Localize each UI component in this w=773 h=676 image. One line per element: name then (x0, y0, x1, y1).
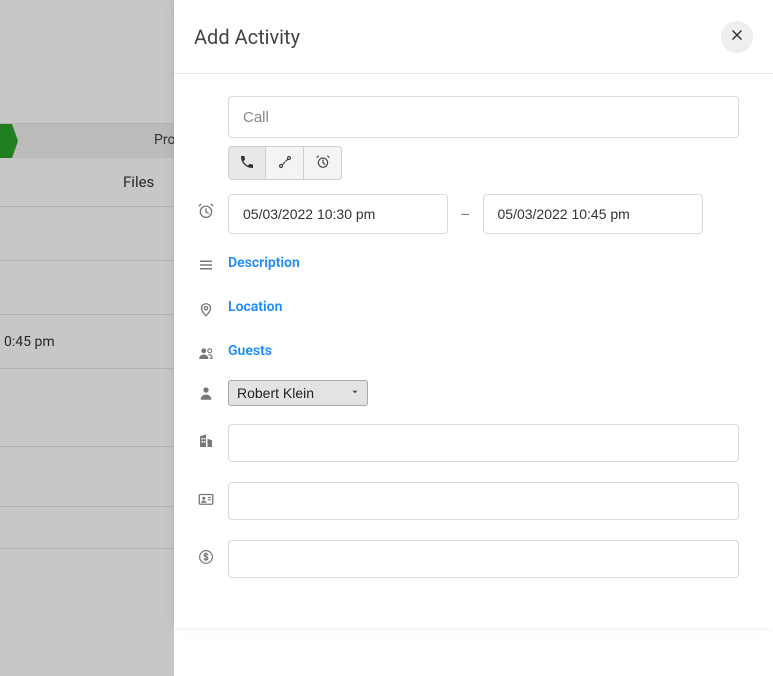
tab-files[interactable]: Files (123, 173, 154, 191)
location-link[interactable]: Location (228, 299, 282, 315)
date-separator: – (460, 205, 471, 224)
pin-icon (184, 292, 228, 318)
panel-body: – Description Location (174, 74, 773, 606)
clock-icon (184, 194, 228, 220)
bg-stage-label: Pro (154, 132, 175, 148)
date-content: – (228, 194, 739, 234)
person-icon (184, 380, 228, 402)
contact-input[interactable] (228, 482, 739, 520)
owner-row: Robert Klein (184, 380, 739, 406)
activity-type-call[interactable] (228, 146, 266, 180)
description-row: Description (184, 248, 739, 278)
page-root: Pro Files 0:45 pm Add Activity (0, 0, 773, 676)
activity-type-task[interactable] (304, 146, 342, 180)
dollar-icon (184, 540, 228, 566)
route-icon (277, 154, 293, 173)
stage-done-indicator (0, 124, 18, 158)
bg-time-label: 0:45 pm (4, 334, 55, 350)
activity-name-input[interactable] (228, 96, 739, 138)
alarm-icon (315, 154, 331, 173)
organization-input[interactable] (228, 424, 739, 462)
activity-type-meeting[interactable] (266, 146, 304, 180)
owner-select-wrap: Robert Klein (228, 380, 368, 406)
people-icon (184, 336, 228, 362)
organization-row (184, 424, 739, 462)
card-icon (184, 482, 228, 508)
description-link[interactable]: Description (228, 255, 300, 271)
panel-header: Add Activity (174, 0, 773, 74)
close-button[interactable] (721, 21, 753, 53)
activity-name-row (184, 96, 739, 180)
activity-name-content (228, 96, 739, 180)
guests-row: Guests (184, 336, 739, 366)
date-row: – (184, 194, 739, 234)
row-icon-spacer (184, 96, 228, 104)
guests-link[interactable]: Guests (228, 343, 272, 359)
owner-select[interactable]: Robert Klein (228, 380, 368, 406)
contact-row (184, 482, 739, 520)
deal-input[interactable] (228, 540, 739, 578)
location-row: Location (184, 292, 739, 322)
close-icon (730, 28, 744, 45)
phone-icon (239, 154, 255, 173)
add-activity-panel: Add Activity (174, 0, 773, 628)
start-datetime-input[interactable] (228, 194, 448, 234)
deal-row (184, 540, 739, 578)
panel-title: Add Activity (194, 25, 300, 49)
building-icon (184, 424, 228, 450)
owner-content: Robert Klein (228, 380, 739, 406)
list-icon (184, 248, 228, 274)
end-datetime-input[interactable] (483, 194, 703, 234)
activity-type-buttons (228, 146, 739, 180)
